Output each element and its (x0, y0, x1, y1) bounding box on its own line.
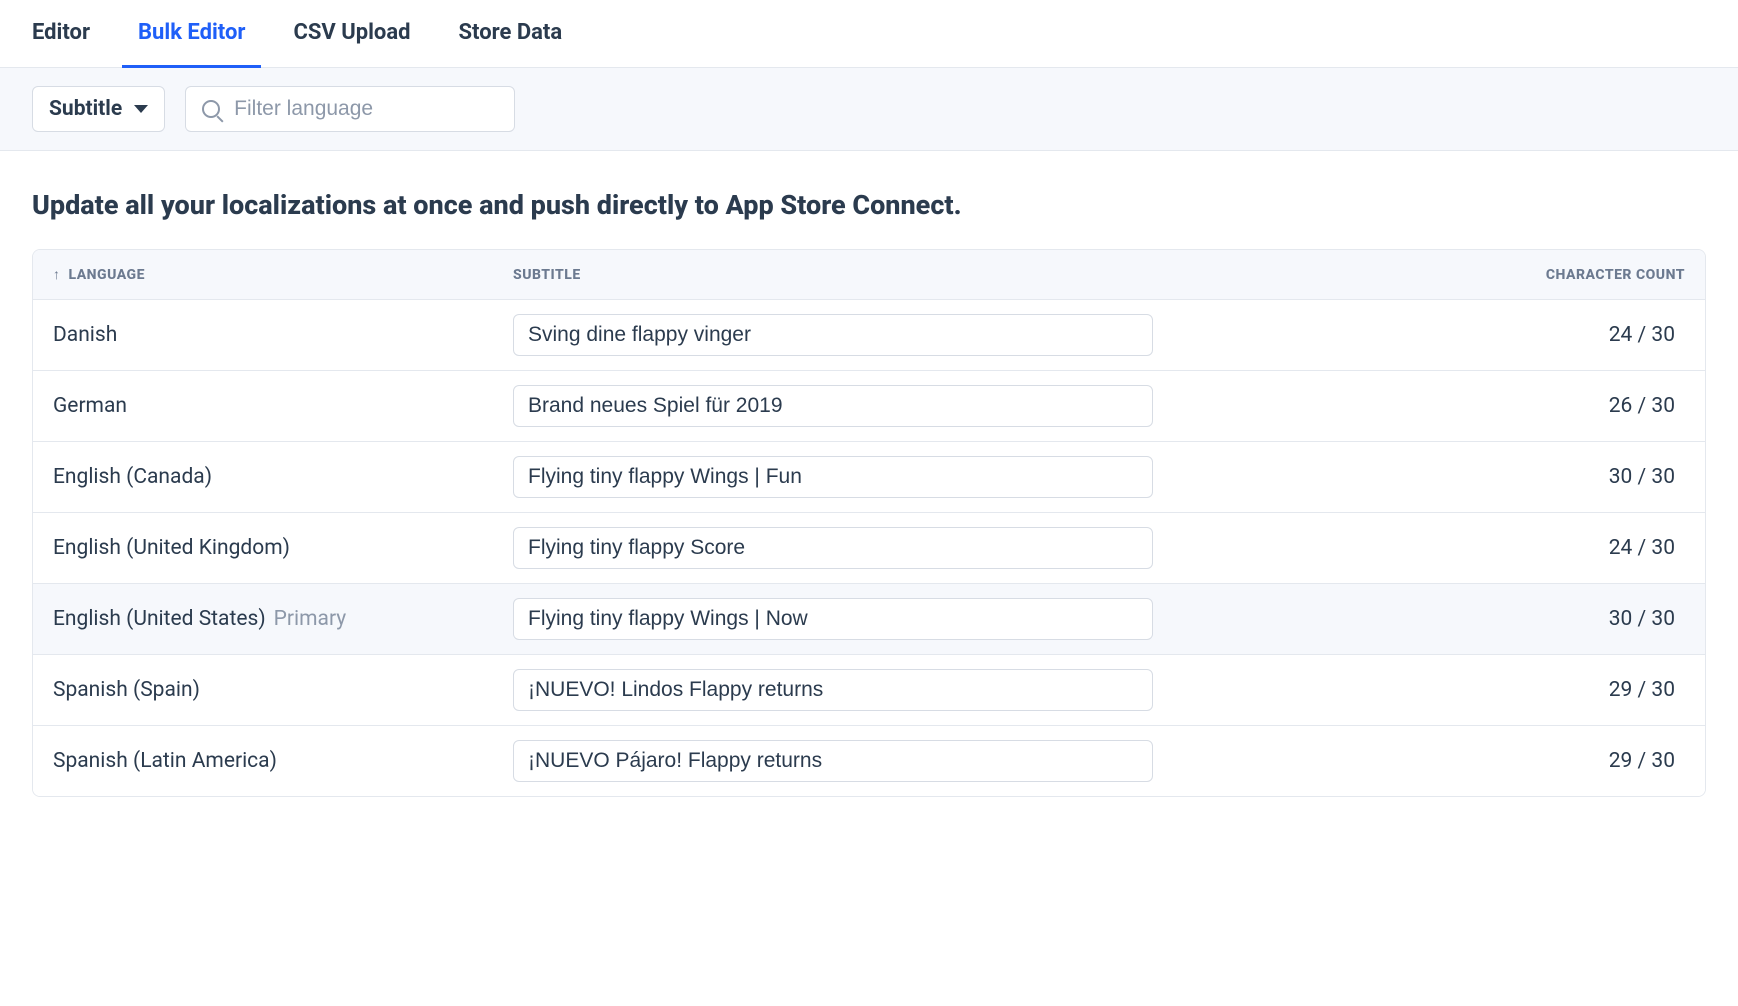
character-count: 30 / 30 (1445, 607, 1685, 631)
toolbar: Subtitle (0, 68, 1738, 151)
subtitle-input[interactable] (513, 385, 1153, 427)
tab-editor[interactable]: Editor (32, 20, 90, 67)
subtitle-input[interactable] (513, 456, 1153, 498)
chevron-down-icon (134, 105, 148, 113)
tab-store-data[interactable]: Store Data (459, 20, 563, 67)
language-name: Danish (53, 323, 117, 347)
language-cell: Spanish (Latin America) (53, 749, 513, 773)
language-name: English (United States) (53, 607, 266, 631)
tab-csv-upload[interactable]: CSV Upload (293, 20, 410, 67)
column-header-subtitle[interactable]: Subtitle (513, 267, 1445, 283)
subtitle-input[interactable] (513, 669, 1153, 711)
search-icon (202, 100, 220, 118)
language-cell: English (United Kingdom) (53, 536, 513, 560)
tab-bulk-editor[interactable]: Bulk Editor (138, 20, 245, 67)
character-count: 29 / 30 (1445, 678, 1685, 702)
table-row: Spanish (Spain) 29 / 30 (33, 655, 1705, 726)
column-header-count[interactable]: Character Count (1445, 267, 1685, 283)
character-count: 24 / 30 (1445, 536, 1685, 560)
table-row: Spanish (Latin America) 29 / 30 (33, 726, 1705, 796)
dropdown-label: Subtitle (49, 97, 122, 121)
subtitle-input[interactable] (513, 740, 1153, 782)
language-name: Spanish (Spain) (53, 678, 200, 702)
subtitle-cell (513, 527, 1445, 569)
page-headline: Update all your localizations at once an… (0, 151, 1738, 249)
table-header: ↑ Language Subtitle Character Count (33, 250, 1705, 300)
subtitle-input[interactable] (513, 527, 1153, 569)
table-row: English (Canada) 30 / 30 (33, 442, 1705, 513)
tabs-bar: Editor Bulk Editor CSV Upload Store Data (0, 0, 1738, 68)
language-cell: English (Canada) (53, 465, 513, 489)
column-header-language[interactable]: ↑ Language (53, 266, 513, 283)
primary-badge: Primary (274, 607, 347, 631)
language-cell: English (United States) Primary (53, 607, 513, 631)
table-row: English (United Kingdom) 24 / 30 (33, 513, 1705, 584)
character-count: 30 / 30 (1445, 465, 1685, 489)
language-name: Spanish (Latin America) (53, 749, 277, 773)
subtitle-cell (513, 598, 1445, 640)
table-row: Danish 24 / 30 (33, 300, 1705, 371)
language-name: English (Canada) (53, 465, 212, 489)
filter-language-input[interactable] (234, 97, 498, 121)
subtitle-input[interactable] (513, 598, 1153, 640)
sort-arrow-up-icon: ↑ (53, 266, 61, 283)
language-name: German (53, 394, 127, 418)
character-count: 24 / 30 (1445, 323, 1685, 347)
language-name: English (United Kingdom) (53, 536, 290, 560)
field-selector-dropdown[interactable]: Subtitle (32, 86, 165, 132)
language-cell: Danish (53, 323, 513, 347)
language-cell: German (53, 394, 513, 418)
table-row: German 26 / 30 (33, 371, 1705, 442)
subtitle-cell (513, 740, 1445, 782)
localization-table: ↑ Language Subtitle Character Count Dani… (32, 249, 1706, 797)
subtitle-cell (513, 385, 1445, 427)
character-count: 26 / 30 (1445, 394, 1685, 418)
language-cell: Spanish (Spain) (53, 678, 513, 702)
subtitle-cell (513, 456, 1445, 498)
subtitle-cell (513, 669, 1445, 711)
subtitle-cell (513, 314, 1445, 356)
table-row: English (United States) Primary 30 / 30 (33, 584, 1705, 655)
column-header-language-label: Language (69, 267, 145, 283)
filter-language-box[interactable] (185, 86, 515, 132)
character-count: 29 / 30 (1445, 749, 1685, 773)
subtitle-input[interactable] (513, 314, 1153, 356)
